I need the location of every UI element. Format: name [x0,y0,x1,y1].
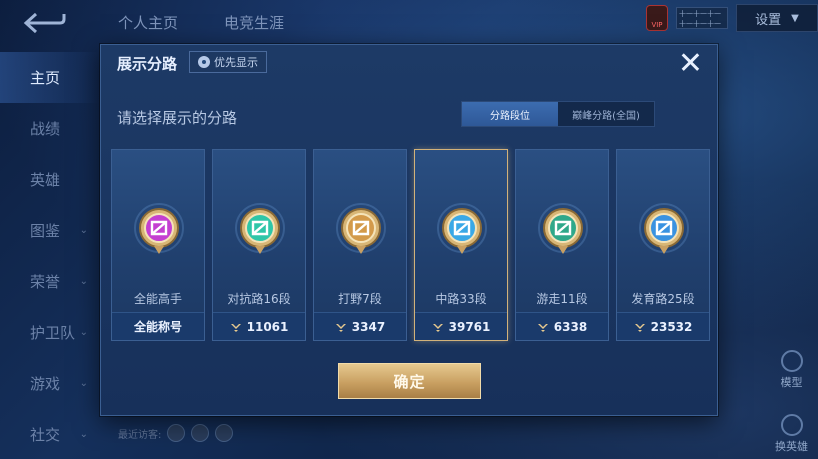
sidebar-item-label: 荣誉 [30,273,61,291]
lane-card-name: 中路33段 [435,292,487,306]
notice-banner: 十一十一十一十一十一十一 [676,7,728,29]
lane-mode-toggle: 分路段位 巅峰分路(全国) [461,101,655,127]
lane-card-footer: 39761 [415,312,507,340]
chevron-down-icon: ⌄ [79,378,88,389]
rank-emblem-icon [235,202,285,258]
lane-card[interactable]: 打野7段 3347 [313,149,407,341]
right-side-controls: 模型 换英雄 [775,350,808,454]
sidebar-item[interactable]: 图鉴 ⌄ [0,205,100,256]
modal-subtitle: 请选择展示的分路 [117,109,238,127]
lane-display-modal: 展示分路 优先显示 ✕ 请选择展示的分路 分路段位 巅峰分路(全国) 全能高手全… [100,44,718,416]
toggle-option-peak-lane[interactable]: 巅峰分路(全国) [558,102,654,126]
sidebar-item-label: 游戏 [30,375,61,393]
tab-esports-career[interactable]: 电竞生涯 [224,12,284,33]
sidebar-item[interactable]: 英雄 [0,154,100,205]
rank-emblem-icon [538,202,588,258]
lane-card-footer: 6338 [516,312,608,340]
swap-hero-label: 换英雄 [775,440,808,453]
rank-emblem-icon [437,202,487,258]
lane-card-footer-value: 39761 [448,319,491,334]
recent-visitors-bar: 最近访客: [118,424,234,442]
gear-icon [198,56,210,68]
lane-card-name: 打野7段 [338,292,382,306]
lane-card-name: 发育路25段 [631,292,695,306]
left-nav: 主页 战绩 英雄 图鉴 ⌄ 荣誉 ⌄ 护卫队 ⌄ 游戏 ⌄ 社交 ⌄ [0,52,100,459]
vip-badge: VIP [646,5,668,31]
tab-profile-home[interactable]: 个人主页 [118,12,178,33]
avatar[interactable] [191,424,210,442]
priority-display-button[interactable]: 优先显示 [189,51,267,73]
model-button[interactable]: 模型 [780,350,803,390]
sidebar-item[interactable]: 社交 ⌄ [0,409,100,459]
sidebar-item-label: 图鉴 [30,222,61,240]
settings-button[interactable]: 设置 ▼ [736,4,818,32]
sidebar-item[interactable]: 战绩 [0,103,100,154]
priority-display-label: 优先显示 [214,56,258,69]
lane-card-footer: 23532 [617,312,709,340]
lane-card-footer-value: 全能称号 [133,320,182,334]
rank-emblem-icon [134,202,184,258]
lane-card-footer-value: 3347 [351,319,386,334]
chevron-down-icon: ⌄ [79,327,88,338]
points-icon [230,323,241,332]
lane-card-name: 游走11段 [536,292,588,306]
toggle-option-lane-rank[interactable]: 分路段位 [462,102,558,126]
lane-card-footer: 全能称号 [112,312,204,340]
rank-emblem-icon [336,202,386,258]
model-label: 模型 [780,376,803,389]
lane-card[interactable]: 全能高手 全能称号 [111,149,205,341]
lane-card-footer-value: 6338 [553,319,588,334]
back-button[interactable] [22,10,66,36]
chevron-down-icon: ⌄ [79,225,88,236]
modal-title: 展示分路 [117,55,178,73]
points-icon [432,323,443,332]
lane-card-footer-value: 11061 [246,319,289,334]
avatar[interactable] [167,424,186,442]
back-arrow-icon [23,12,66,34]
chevron-down-icon: ⌄ [79,276,88,287]
lane-card-name: 对抗路16段 [227,292,291,306]
lane-card-name: 全能高手 [133,292,182,306]
sidebar-item-label: 主页 [30,69,61,87]
top-tabs: 个人主页 电竞生涯 [118,12,284,33]
points-icon [335,323,346,332]
sidebar-item-label: 战绩 [30,120,61,138]
lane-card-footer-value: 23532 [650,319,693,334]
chevron-down-icon: ⌄ [79,429,88,440]
lane-card[interactable]: 发育路25段 23532 [616,149,710,341]
confirm-button[interactable]: 确定 [338,363,481,399]
lane-card[interactable]: 中路33段 39761 [414,149,508,341]
lane-cards: 全能高手 全能称号 对抗路16段 11061 打野7段 3347 中路33段 39761 游走1… [111,149,710,341]
lane-card[interactable]: 对抗路16段 11061 [212,149,306,341]
sidebar-item[interactable]: 护卫队 ⌄ [0,307,100,358]
swap-hero-icon [780,414,803,436]
lane-card[interactable]: 游走11段 6338 [515,149,609,341]
recent-visitors-label: 最近访客: [118,429,162,441]
model-icon [780,350,803,372]
sidebar-item-label: 英雄 [30,171,61,189]
sidebar-item[interactable]: 主页 [0,52,100,103]
sidebar-item[interactable]: 游戏 ⌄ [0,358,100,409]
avatar[interactable] [215,424,234,442]
points-icon [634,323,645,332]
sidebar-item[interactable]: 荣誉 ⌄ [0,256,100,307]
swap-hero-button[interactable]: 换英雄 [775,414,808,454]
sidebar-item-label: 护卫队 [30,324,76,342]
close-icon[interactable]: ✕ [678,49,703,79]
top-right-area: VIP 十一十一十一十一十一十一 设置 ▼ [646,4,818,32]
lane-card-footer: 11061 [213,312,305,340]
rank-emblem-icon [639,202,689,258]
settings-label: 设置 [755,12,782,28]
points-icon [537,323,548,332]
sidebar-item-label: 社交 [30,426,61,444]
chevron-down-icon: ▼ [791,12,799,24]
lane-card-footer: 3347 [314,312,406,340]
